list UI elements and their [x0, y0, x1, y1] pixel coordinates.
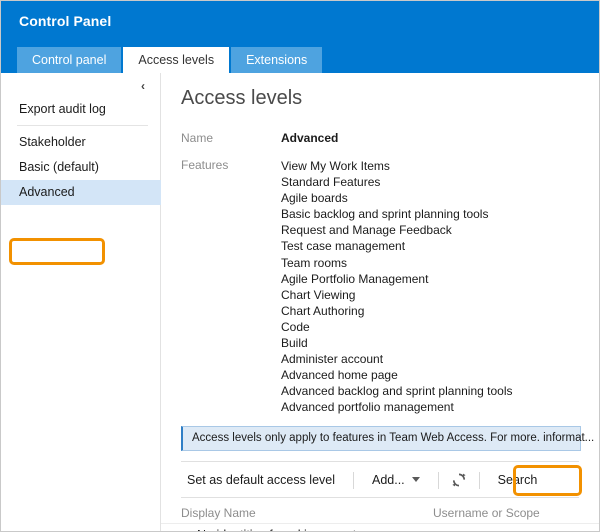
page-title: Access levels	[181, 87, 302, 110]
grid-header-rule	[161, 523, 599, 524]
search-button[interactable]: Search	[492, 462, 544, 498]
set-as-default-access-level-button[interactable]: Set as default access level	[181, 462, 341, 498]
sidebar: ‹ Export audit log Stakeholder Basic (de…	[1, 73, 161, 531]
chevron-down-icon	[412, 477, 420, 482]
feature-item: Advanced backlog and sprint planning too…	[281, 383, 513, 399]
column-header-username-or-scope[interactable]: Username or Scope	[433, 506, 540, 520]
sidebar-item-label: Basic (default)	[19, 160, 99, 174]
info-banner: Access levels only apply to features in …	[181, 426, 581, 451]
sidebar-item-label: Export audit log	[19, 102, 106, 116]
feature-item: Agile boards	[281, 190, 513, 206]
feature-item: Advanced portfolio management	[281, 399, 513, 415]
toolbar-bottom-divider	[181, 497, 579, 498]
feature-item: Advanced home page	[281, 367, 513, 383]
app-header: Control Panel Control panel Access level…	[1, 1, 599, 73]
feature-item: Standard Features	[281, 174, 513, 190]
refresh-icon[interactable]	[451, 472, 467, 488]
add-button[interactable]: Add...	[366, 462, 426, 498]
tab-extensions[interactable]: Extensions	[231, 47, 322, 74]
tab-access-levels[interactable]: Access levels	[123, 47, 229, 74]
feature-item: Test case management	[281, 238, 513, 254]
sidebar-item-stakeholder[interactable]: Stakeholder	[1, 130, 160, 155]
sidebar-item-basic-default[interactable]: Basic (default)	[1, 155, 160, 180]
tab-bar: Control panel Access levels Extensions	[17, 46, 322, 74]
chevron-left-icon[interactable]: ‹	[136, 79, 150, 93]
sidebar-item-label: Stakeholder	[19, 135, 86, 149]
page-header-title: Control Panel	[19, 13, 111, 29]
highlight-box-advanced	[9, 238, 105, 265]
feature-item: Build	[281, 335, 513, 351]
feature-item: Team rooms	[281, 255, 513, 271]
sidebar-divider	[17, 125, 148, 126]
app-window: Control Panel Control panel Access level…	[0, 0, 600, 532]
feature-item: Request and Manage Feedback	[281, 222, 513, 238]
name-value: Advanced	[281, 131, 338, 145]
tab-control-panel[interactable]: Control panel	[17, 47, 121, 74]
add-button-label: Add...	[372, 473, 405, 487]
sidebar-item-export-audit-log[interactable]: Export audit log	[1, 97, 160, 122]
sidebar-item-label: Advanced	[19, 185, 75, 199]
info-banner-text: Access levels only apply to features in …	[192, 432, 594, 444]
toolbar-divider	[353, 472, 354, 489]
feature-item: Basic backlog and sprint planning tools	[281, 206, 513, 222]
feature-item: View My Work Items	[281, 158, 513, 174]
main-content: Access levels Name Advanced Features Vie…	[161, 73, 599, 531]
sidebar-list: Export audit log Stakeholder Basic (defa…	[1, 97, 160, 205]
feature-item: Administer account	[281, 351, 513, 367]
grid-empty-message: No identities found in current scope.	[197, 528, 396, 532]
name-label: Name	[181, 131, 276, 145]
grid-toolbar: Set as default access level Add... Searc…	[181, 462, 579, 498]
toolbar-divider	[479, 472, 480, 489]
feature-item: Chart Authoring	[281, 303, 513, 319]
toolbar-divider	[438, 472, 439, 489]
feature-item: Agile Portfolio Management	[281, 271, 513, 287]
column-header-display-name[interactable]: Display Name	[181, 506, 256, 520]
features-label: Features	[181, 158, 276, 172]
feature-item: Chart Viewing	[281, 287, 513, 303]
features-list: View My Work Items Standard Features Agi…	[281, 158, 513, 416]
body-area: ‹ Export audit log Stakeholder Basic (de…	[1, 73, 599, 531]
feature-item: Code	[281, 319, 513, 335]
sidebar-item-advanced[interactable]: Advanced	[1, 180, 169, 205]
